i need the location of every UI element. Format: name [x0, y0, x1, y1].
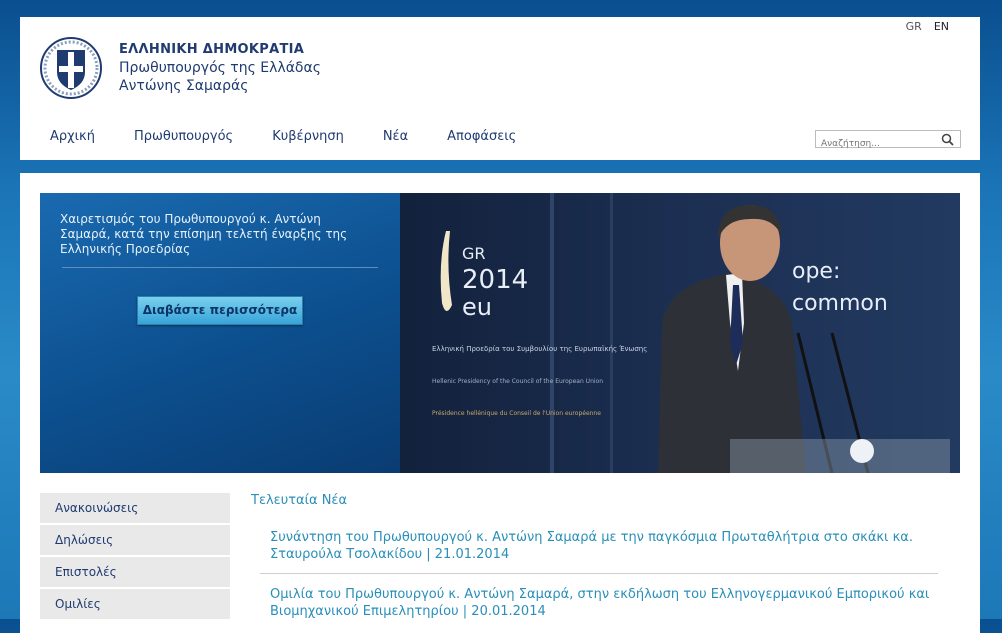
- sidebar-item-announcements[interactable]: Ανακοινώσεις: [40, 493, 230, 525]
- lang-gr-link[interactable]: GR: [906, 20, 922, 33]
- banner-text-greek: Ελληνική Προεδρία του Συμβουλίου της Ευρ…: [432, 345, 647, 353]
- nav-item-home[interactable]: Αρχική: [50, 129, 95, 144]
- hero-banner: Χαιρετισμός του Πρωθυπουργού κ. Αντώνη Σ…: [40, 193, 960, 473]
- language-switcher: GR EN: [906, 20, 949, 33]
- banner-year: 2014: [462, 265, 528, 295]
- site-header: GR EN ΕΛΛΗΝΙΚΗ ΔΗΜΟΚΡΑΤΙΑ Πρωθυπουργός τ…: [20, 17, 980, 160]
- news-heading: Τελευταία Νέα: [251, 493, 348, 508]
- nav-item-decisions[interactable]: Αποφάσεις: [447, 129, 516, 144]
- search-box: [815, 130, 961, 153]
- banner-slogan-2: common: [792, 291, 888, 316]
- sidebar: Ανακοινώσεις Δηλώσεις Επιστολές Ομιλίες: [40, 493, 230, 621]
- banner-eu: eu: [462, 293, 492, 321]
- brand-name: Αντώνης Σαμαράς: [119, 78, 249, 94]
- lang-en-link[interactable]: EN: [934, 20, 949, 33]
- hero-divider: [62, 267, 378, 268]
- nav-item-prime-minister[interactable]: Πρωθυπουργός: [134, 129, 233, 144]
- hero-caption[interactable]: Χαιρετισμός του Πρωθυπουργού κ. Αντώνη Σ…: [60, 212, 360, 257]
- site-brand: ΕΛΛΗΝΙΚΗ ΔΗΜΟΚΡΑΤΙΑ Πρωθυπουργός της Ελλ…: [119, 41, 321, 95]
- nav-item-news[interactable]: Νέα: [383, 129, 408, 144]
- search-input[interactable]: [816, 135, 944, 153]
- search-icon[interactable]: [941, 133, 954, 146]
- greek-emblem-icon[interactable]: [39, 36, 103, 100]
- banner-slogan-1: ope:: [792, 259, 840, 284]
- brand-subtitle: Πρωθυπουργός της Ελλάδας: [119, 60, 321, 76]
- news-item[interactable]: Συνάντηση του Πρωθυπουργού κ. Αντώνη Σαμ…: [270, 529, 936, 563]
- hero-text-panel: Χαιρετισμός του Πρωθυπουργού κ. Αντώνη Σ…: [40, 193, 400, 473]
- banner-text-english: Hellenic Presidency of the Council of th…: [432, 378, 603, 385]
- news-item[interactable]: Ομιλία του Πρωθυπουργού κ. Αντώνη Σαμαρά…: [270, 586, 936, 620]
- main-content: Χαιρετισμός του Πρωθυπουργού κ. Αντώνη Σ…: [20, 173, 980, 633]
- sidebar-item-letters[interactable]: Επιστολές: [40, 557, 230, 589]
- sidebar-item-statements[interactable]: Δηλώσεις: [40, 525, 230, 557]
- sidebar-item-speeches[interactable]: Ομιλίες: [40, 589, 230, 621]
- main-nav: Αρχική Πρωθυπουργός Κυβέρνηση Νέα Αποφάσ…: [50, 129, 555, 144]
- banner-gr: GR: [462, 244, 486, 263]
- news-divider: [260, 573, 938, 574]
- brand-title: ΕΛΛΗΝΙΚΗ ΔΗΜΟΚΡΑΤΙΑ: [119, 42, 305, 57]
- banner-text-french: Présidence hellénique du Conseil de l'Un…: [432, 410, 601, 417]
- read-more-button[interactable]: Διαβάστε περισσότερα: [137, 296, 303, 325]
- hero-photo[interactable]: GR 2014 eu Ελληνική Προεδρία του Συμβουλ…: [400, 193, 960, 473]
- latest-news: Τελευταία Νέα Συνάντηση του Πρωθυπουργού…: [251, 493, 951, 620]
- nav-item-government[interactable]: Κυβέρνηση: [272, 129, 344, 144]
